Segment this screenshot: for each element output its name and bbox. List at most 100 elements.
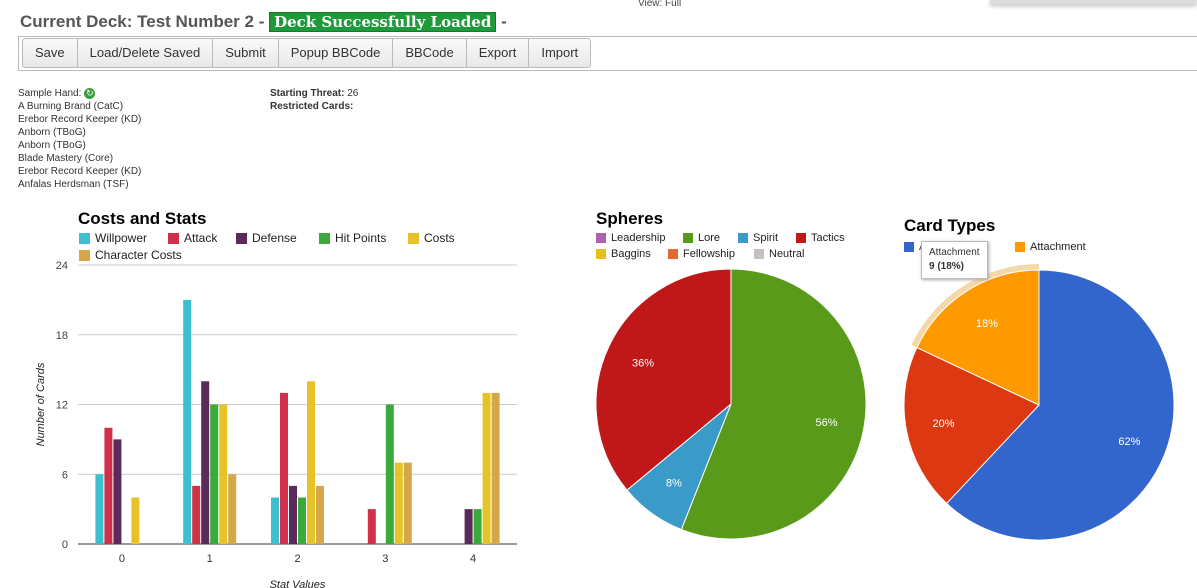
export-button[interactable]: Export bbox=[467, 39, 530, 67]
save-button[interactable]: Save bbox=[23, 39, 78, 67]
legend-swatch bbox=[796, 233, 806, 243]
legend-swatch bbox=[408, 232, 419, 244]
import-button[interactable]: Import bbox=[529, 39, 590, 67]
y-tick-label: 18 bbox=[56, 330, 68, 342]
bar[interactable] bbox=[367, 509, 376, 544]
list-item: Blade Mastery (Core) bbox=[18, 153, 114, 164]
card-types-chart: 62% 20% 18% bbox=[903, 264, 1175, 541]
bar[interactable] bbox=[464, 509, 473, 544]
legend-item: Leadership bbox=[596, 232, 665, 244]
bar[interactable] bbox=[280, 392, 288, 544]
legend-swatch bbox=[754, 249, 764, 259]
bar[interactable] bbox=[104, 427, 113, 544]
x-tick-label: 4 bbox=[470, 553, 476, 565]
legend-swatch bbox=[236, 232, 247, 244]
bar[interactable] bbox=[201, 381, 210, 544]
legend-label: Leadership bbox=[611, 232, 666, 244]
list-item: A Burning Brand (CatC) bbox=[18, 101, 124, 112]
legend-swatch bbox=[1015, 242, 1025, 252]
bar[interactable] bbox=[183, 299, 192, 544]
bar[interactable] bbox=[228, 474, 237, 544]
y-axis-label: Number of Cards bbox=[35, 362, 47, 446]
bar[interactable] bbox=[473, 509, 482, 544]
legend-item: Willpower bbox=[79, 231, 147, 245]
view-mode-label: View: Full bbox=[638, 0, 682, 9]
legend-swatch bbox=[319, 232, 330, 244]
legend-item: Baggins bbox=[596, 248, 651, 260]
spheres-chart-title: Spheres bbox=[596, 209, 664, 228]
costs-chart-title: Costs and Stats bbox=[78, 209, 207, 228]
bar[interactable] bbox=[192, 485, 201, 544]
bar[interactable] bbox=[131, 497, 140, 545]
bar[interactable] bbox=[316, 485, 324, 544]
page-title: Current Deck: Test Number 2 - Deck Succe… bbox=[20, 12, 507, 32]
deck-title: Current Deck: Test Number 2 - bbox=[20, 12, 265, 31]
refresh-icon[interactable]: ↻ bbox=[84, 88, 96, 99]
bar[interactable] bbox=[385, 404, 394, 545]
legend-item: Spirit bbox=[738, 232, 778, 244]
legend-swatch bbox=[79, 232, 90, 244]
tooltip-title: Attachment bbox=[929, 247, 980, 258]
legend-label: Willpower bbox=[95, 231, 148, 245]
legend-label: Fellowship bbox=[683, 248, 735, 260]
legend-item: Fellowship bbox=[668, 248, 735, 260]
card-list: A Burning Brand (CatC) Erebor Record Kee… bbox=[18, 100, 141, 191]
list-item: Erebor Record Keeper (KD) bbox=[18, 114, 142, 125]
legend-item: Attachment bbox=[1015, 241, 1086, 253]
y-tick-label: 24 bbox=[56, 260, 68, 272]
bar[interactable] bbox=[307, 381, 315, 544]
legend-swatch bbox=[668, 249, 678, 259]
legend-label: Baggins bbox=[611, 248, 651, 260]
bar[interactable] bbox=[298, 497, 306, 545]
submit-button[interactable]: Submit bbox=[213, 39, 279, 67]
bar[interactable] bbox=[95, 474, 104, 544]
legend-swatch bbox=[683, 233, 693, 243]
bar[interactable] bbox=[491, 392, 500, 544]
legend-item: Costs bbox=[408, 231, 455, 245]
legend-label: Tactics bbox=[811, 232, 845, 244]
legend-label: Spirit bbox=[753, 232, 779, 244]
starting-threat-label: Starting Threat: bbox=[270, 88, 345, 99]
bar[interactable] bbox=[403, 462, 412, 544]
list-item: Anborn (TBoG) bbox=[18, 127, 86, 138]
x-tick-label: 2 bbox=[294, 553, 300, 565]
slice-label: 8% bbox=[666, 478, 682, 490]
toolbar: Save Load/Delete Saved Submit Popup BBCo… bbox=[22, 38, 592, 68]
costs-chart: 061218240 1 2 3 4Stat ValuesNumber of Cards bbox=[35, 260, 517, 588]
list-item: Anfalas Herdsman (TSF) bbox=[18, 179, 129, 190]
bar[interactable] bbox=[482, 392, 491, 544]
bar[interactable] bbox=[113, 439, 122, 544]
bar[interactable] bbox=[289, 485, 297, 544]
chart-tooltip: Attachment 9 (18%) bbox=[921, 241, 988, 279]
sample-hand: Sample Hand: ↻ A Burning Brand (CatC) Er… bbox=[18, 87, 141, 191]
slice-label: 36% bbox=[632, 358, 654, 370]
legend-swatch bbox=[168, 232, 179, 244]
load-delete-saved-button[interactable]: Load/Delete Saved bbox=[78, 39, 214, 67]
slice-label: 20% bbox=[933, 418, 955, 430]
x-tick-label: 3 bbox=[382, 553, 388, 565]
bar[interactable] bbox=[394, 462, 403, 544]
legend-label: Attack bbox=[184, 231, 218, 245]
x-axis-label: Stat Values bbox=[270, 579, 326, 588]
bar[interactable] bbox=[271, 497, 279, 545]
popup-bbcode-button[interactable]: Popup BBCode bbox=[279, 39, 394, 67]
legend-swatch bbox=[596, 249, 606, 259]
status-badge: Deck Successfully Loaded bbox=[269, 12, 497, 32]
spheres-chart: 56% 8% 36% bbox=[595, 268, 867, 540]
top-window-edge bbox=[990, 0, 1197, 4]
list-item: Erebor Record Keeper (KD) bbox=[18, 166, 142, 177]
bar[interactable] bbox=[210, 404, 219, 545]
bbcode-button[interactable]: BBCode bbox=[393, 39, 467, 67]
list-item: Anborn (TBoG) bbox=[18, 140, 86, 151]
title-suffix: - bbox=[501, 12, 507, 31]
card-types-chart-title: Card Types bbox=[904, 216, 996, 235]
deck-info: Starting Threat: 26 Restricted Cards: bbox=[270, 87, 358, 113]
legend-label: Defense bbox=[252, 231, 297, 245]
legend-item: Attack bbox=[168, 231, 217, 245]
legend-label: Attachment bbox=[1030, 241, 1086, 253]
bar[interactable] bbox=[219, 404, 228, 545]
legend-swatch bbox=[904, 242, 914, 252]
y-tick-label: 0 bbox=[62, 539, 68, 551]
legend-label: Costs bbox=[424, 231, 455, 245]
tooltip-value: 9 (18%) bbox=[929, 261, 965, 272]
